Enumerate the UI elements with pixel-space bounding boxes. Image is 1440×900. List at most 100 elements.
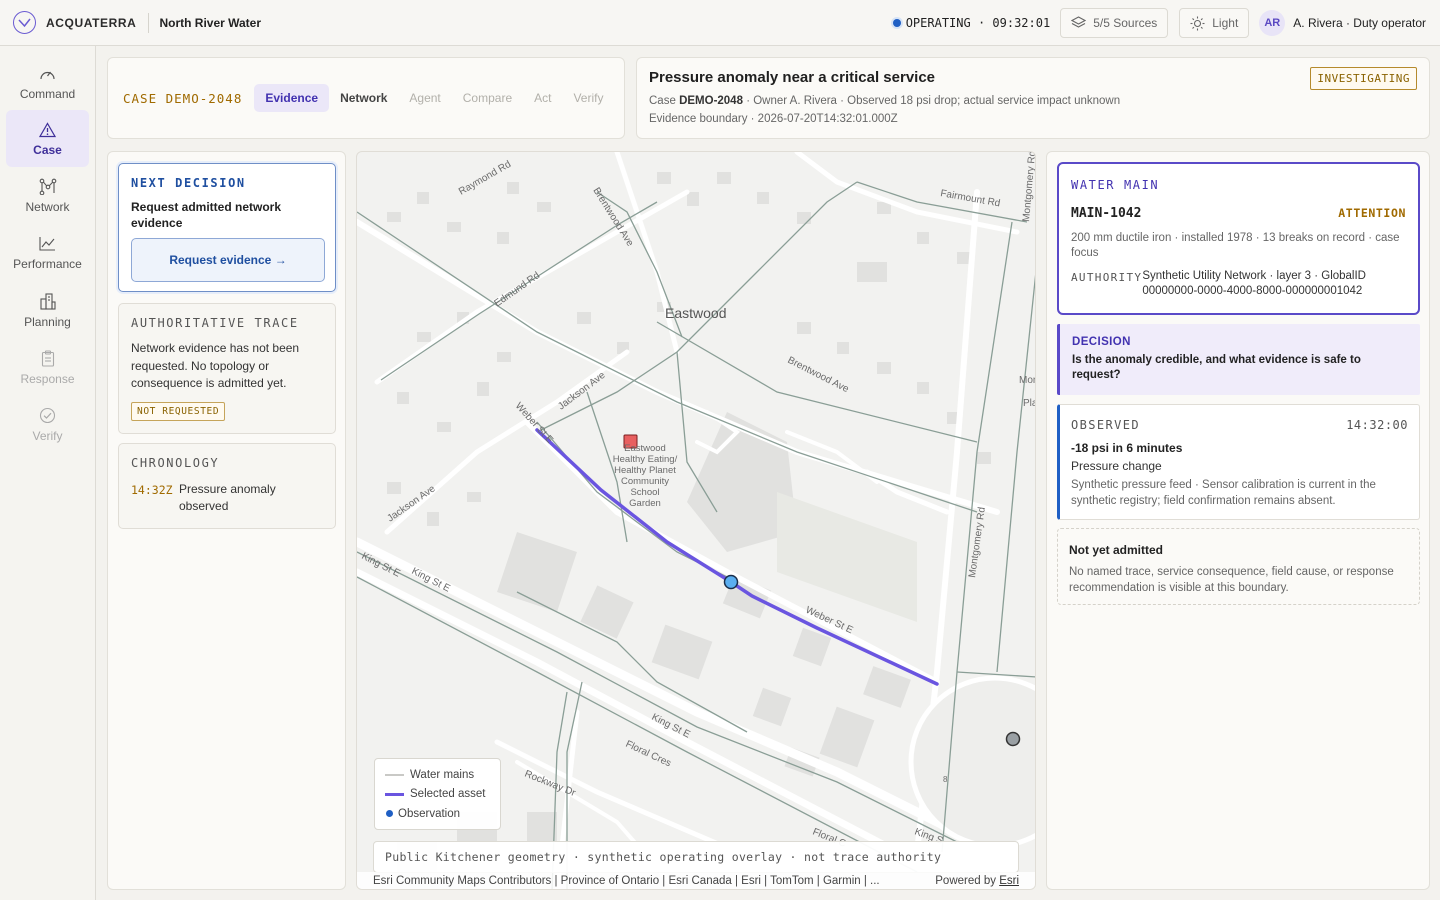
sports-field [777, 492, 917, 622]
map[interactable]: Eastwood Eastwood Healthy Eating/ Health… [356, 151, 1036, 890]
user-name: A. Rivera · Duty operator [1293, 16, 1426, 30]
sidebar-item-verify[interactable]: Verify [6, 396, 89, 453]
layers-icon [1071, 16, 1087, 28]
line-chart-icon [39, 235, 56, 253]
map-poi-label: Eastwood [624, 443, 666, 454]
map-place-label: Eastwood [665, 305, 726, 321]
chrono-text: Pressure anomaly observed [179, 482, 276, 513]
sidebar-item-planning[interactable]: Planning [6, 282, 89, 339]
sidebar: Command Case Network Performance Plannin… [0, 46, 96, 900]
sidebar-item-performance[interactable]: Performance [6, 224, 89, 281]
map-poi-label: Healthy Planet [614, 465, 676, 476]
theme-toggle[interactable]: Light [1179, 8, 1250, 38]
authority-label: AUTHORITY [1071, 271, 1143, 284]
clipboard-icon [41, 350, 55, 368]
request-evidence-button[interactable]: Request evidence → [131, 238, 325, 282]
sources-label: 5/5 Sources [1093, 16, 1158, 30]
observation-time: 14:32:00 [1346, 418, 1408, 432]
brand[interactable]: ACQUATERRA [13, 11, 136, 34]
chronology-card: CHRONOLOGY 14:32Z Pressure anomaly obser… [118, 443, 336, 529]
legend-dot-icon [386, 810, 393, 818]
authoritative-trace-card: AUTHORITATIVE TRACE Network evidence has… [118, 303, 336, 434]
tab-evidence[interactable]: Evidence [254, 84, 330, 112]
tab-network[interactable]: Network [329, 84, 398, 112]
gauge-icon [39, 65, 56, 83]
map-poi-label: Community [621, 476, 669, 487]
status-text: OPERATING · 09:32:01 [905, 16, 1051, 30]
decision-label: DECISION [1072, 336, 1131, 348]
street-label: Brentwood Ave [786, 355, 851, 395]
network-icon [39, 178, 57, 196]
sidebar-item-label: Verify [32, 428, 63, 443]
street-label: Montgomery Rd [967, 506, 988, 578]
next-decision-text: Request admitted network evidence [131, 200, 282, 230]
observation-card[interactable]: OBSERVED 14:32:00 -18 psi in 6 minutes P… [1057, 404, 1420, 520]
case-meta: Case DEMO-2048 · Owner A. Rivera · Obser… [649, 95, 1417, 107]
list-item[interactable]: 14:32Z Pressure anomaly observed [131, 481, 323, 514]
card-label: CHRONOLOGY [131, 456, 220, 470]
tab-agent[interactable]: Agent [398, 84, 451, 112]
map-poi-label: School [630, 487, 659, 498]
street-label: Fairmount Rd [939, 188, 1001, 209]
case-meta-details: · Owner A. Rivera · Observed 18 psi drop… [746, 95, 1121, 107]
brand-logo-icon [13, 11, 36, 34]
street-label: Edmund Rd [492, 270, 542, 309]
status-dot-icon [892, 19, 901, 27]
sidebar-item-label: Case [33, 142, 62, 157]
case-meta-prefix: Case [649, 95, 676, 107]
street-label: Floral Cres [624, 739, 673, 770]
tab-act[interactable]: Act [523, 84, 562, 112]
legend-line-icon [385, 792, 404, 796]
next-decision-card: NEXT DECISION Request admitted network e… [118, 163, 336, 292]
sidebar-item-label: Response [20, 371, 75, 386]
sidebar-item-response[interactable]: Response [6, 339, 89, 396]
tab-compare[interactable]: Compare [452, 84, 523, 112]
theme-label: Light [1212, 16, 1239, 30]
sidebar-item-network[interactable]: Network [6, 167, 89, 224]
not-admitted-title: Not yet admitted [1069, 543, 1164, 557]
case-summary: Pressure anomaly near a critical service… [636, 57, 1430, 139]
sensor-marker[interactable] [1005, 731, 1021, 747]
esri-link[interactable]: Esri [999, 875, 1019, 887]
map-poi-label: Garden [629, 498, 661, 509]
street-label: Jackson Ave [556, 370, 608, 413]
tab-verify[interactable]: Verify [562, 84, 614, 112]
decision-callout: DECISION Is the anomaly credible, and wh… [1057, 324, 1420, 395]
warning-triangle-icon [39, 121, 56, 139]
powered-by: Powered by Esri [935, 875, 1019, 887]
observation-value: -18 psi in 6 minutes [1071, 441, 1183, 455]
legend-item: Water mains [385, 765, 490, 785]
legend-item: Selected asset [385, 785, 490, 805]
sources-button[interactable]: 5/5 Sources [1060, 8, 1169, 38]
status-badge: ATTENTION [1338, 206, 1406, 220]
street-label: Montgomery Rd [1021, 152, 1036, 222]
observation-type: Pressure change [1071, 459, 1162, 473]
asset-card[interactable]: WATER MAIN MAIN-1042 ATTENTION 200 mm du… [1057, 162, 1420, 315]
evidence-boundary: Evidence boundary · 2026-07-20T14:32:01.… [649, 113, 898, 125]
legend-label: Selected asset [410, 788, 486, 801]
trace-text: Network evidence has not been requested.… [131, 341, 300, 390]
not-admitted-description: No named trace, service consequence, fie… [1069, 566, 1394, 594]
sidebar-item-command[interactable]: Command [6, 54, 89, 111]
legend-line-icon [385, 773, 404, 776]
case-id: CASE DEMO-2048 [123, 90, 243, 106]
org-name: North River Water [159, 15, 262, 30]
observation-marker[interactable] [723, 574, 739, 590]
map-legend: Water mains Selected asset Observation [374, 758, 501, 830]
street-label: Mon [1019, 375, 1036, 386]
buildings-icon [39, 293, 56, 311]
decision-question: Is the anomaly credible, and what eviden… [1072, 354, 1361, 381]
avatar[interactable]: AR [1259, 10, 1286, 36]
street-label: King St E [410, 566, 452, 595]
asset-id: MAIN-1042 [1071, 206, 1142, 221]
street-label: Pla [1023, 398, 1036, 409]
route-marker-label: 8 [943, 775, 948, 784]
not-admitted-card: Not yet admitted No named trace, service… [1057, 528, 1420, 605]
sidebar-item-case[interactable]: Case [6, 110, 89, 167]
map-poi-label: Healthy Eating/ [613, 454, 678, 465]
map-attribution: Esri Community Maps Contributors | Provi… [357, 872, 1035, 889]
top-bar: ACQUATERRA North River Water OPERATING ·… [0, 0, 1440, 46]
card-label: NEXT DECISION [131, 176, 246, 190]
attribution-text: Esri Community Maps Contributors | Provi… [373, 875, 880, 887]
status-badge: NOT REQUESTED [131, 401, 226, 421]
